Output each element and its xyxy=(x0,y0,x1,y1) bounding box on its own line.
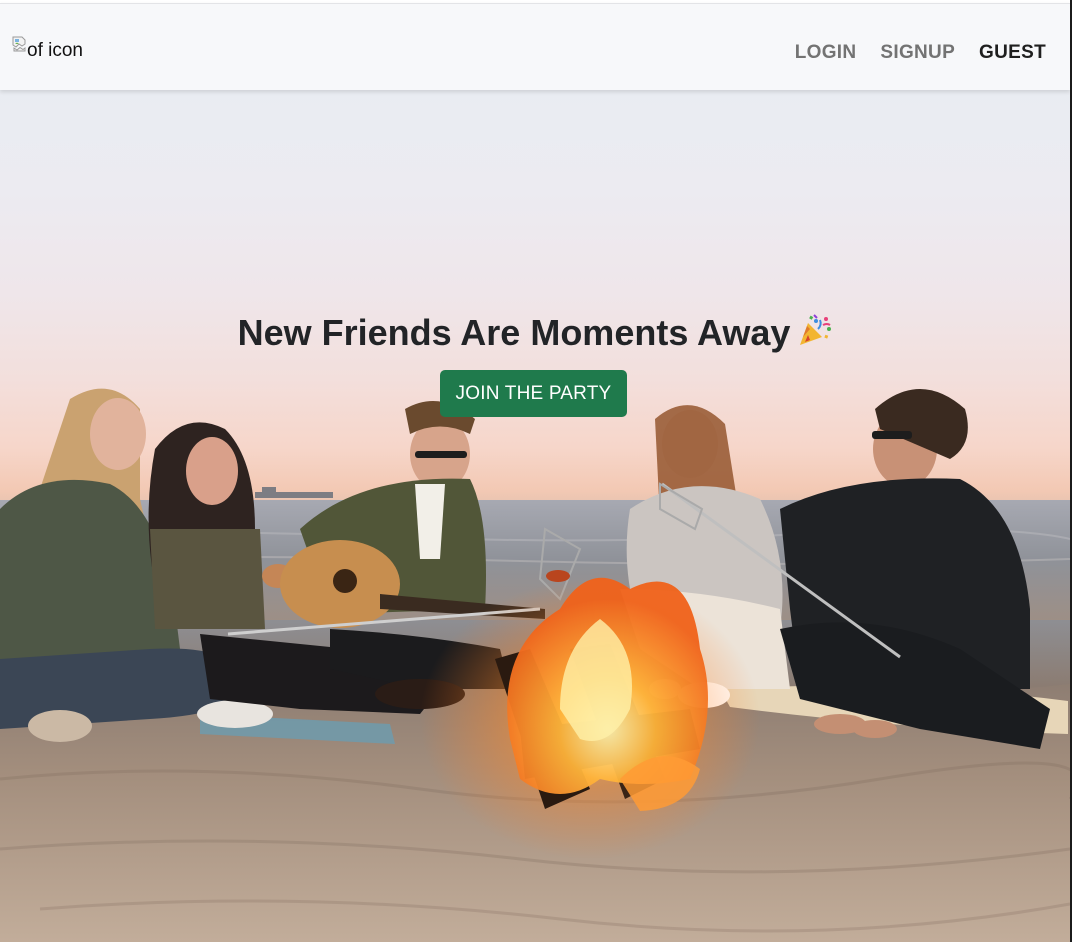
navbar: of icon LOGIN SIGNUP GUEST xyxy=(0,3,1070,90)
join-the-party-button[interactable]: JOIN THE PARTY xyxy=(440,370,627,417)
signup-link[interactable]: SIGNUP xyxy=(880,42,955,64)
hero-section: New Friends Are Moments Away JOIN THE PA… xyxy=(0,89,1070,942)
logo[interactable]: of icon xyxy=(12,36,83,60)
broken-image-icon xyxy=(12,36,26,52)
logo-alt-text: of icon xyxy=(27,40,83,61)
hero-headline: New Friends Are Moments Away xyxy=(0,311,1070,354)
page: of icon LOGIN SIGNUP GUEST New Friends A… xyxy=(0,0,1072,942)
party-popper-icon xyxy=(800,314,832,345)
guest-link[interactable]: GUEST xyxy=(979,42,1046,64)
nav-links: LOGIN SIGNUP GUEST xyxy=(795,42,1046,64)
hero-headline-text: New Friends Are Moments Away xyxy=(237,312,791,353)
hero-background-photo xyxy=(0,388,1070,942)
login-link[interactable]: LOGIN xyxy=(795,42,857,64)
